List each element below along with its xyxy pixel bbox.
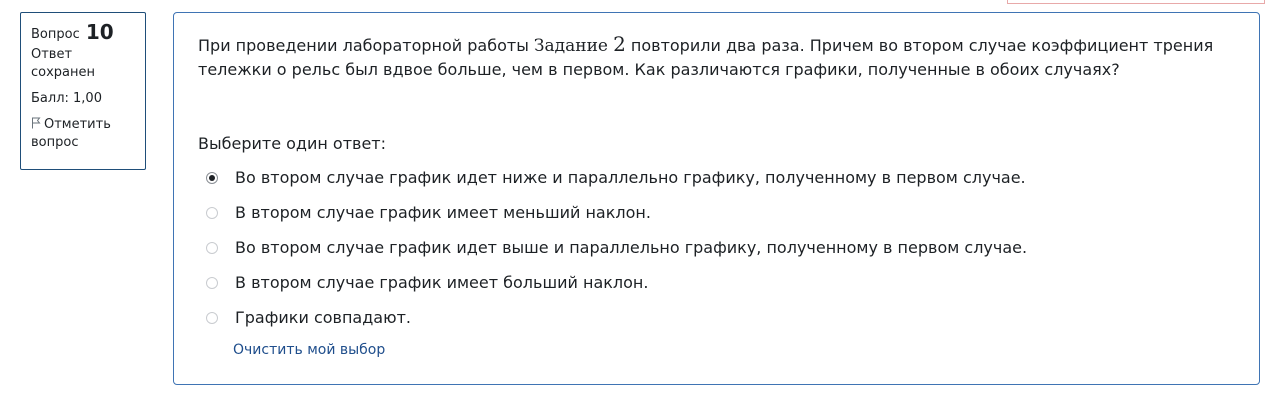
answer-option-1[interactable]: Во втором случае график идет ниже и пара… [206,160,1206,195]
question-info-panel: Вопрос 10 Ответ сохранен Балл: 1,00 Отме… [20,12,146,170]
answer-option-label: Во втором случае график идет выше и пара… [235,238,1028,257]
answer-option-label: Во втором случае график идет ниже и пара… [235,168,1026,187]
answer-prompt: Выберите один ответ: [198,134,387,153]
radio-button[interactable] [206,206,218,219]
top-panel-edge [1007,0,1265,4]
radio-button[interactable] [206,276,218,289]
answer-options: Во втором случае график идет ниже и пара… [206,160,1206,335]
flag-question-label: Отметить вопрос [31,117,111,150]
answer-option-2[interactable]: В втором случае график имеет меньший нак… [206,195,1206,230]
question-grade: Балл: 1,00 [31,91,102,106]
answer-option-label: Графики совпадают. [235,308,411,327]
flag-question-link[interactable]: Отметить вопрос [31,116,135,152]
radio-button[interactable] [206,311,218,324]
answer-option-3[interactable]: Во втором случае график идет выше и пара… [206,230,1206,265]
answer-option-label: В втором случае график имеет меньший нак… [235,203,651,222]
question-state: Ответ сохранен [31,47,96,80]
question-number: 10 [85,20,114,44]
clear-choice-link[interactable]: Очистить мой выбор [233,342,385,358]
answer-option-5[interactable]: Графики совпадают. [206,300,1206,335]
question-number-heading: Вопрос 10 [31,20,135,44]
question-word: Вопрос [31,27,80,42]
answer-option-label: В втором случае график имеет больший нак… [235,273,649,292]
question-inline-number: 2 [613,32,626,56]
question-text-before: При проведении лабораторной работы [198,36,534,55]
flag-icon [31,117,41,129]
radio-button[interactable] [206,241,218,254]
radio-button-selected[interactable] [206,171,218,184]
question-text: При проведении лабораторной работы Задан… [198,33,1228,81]
question-content-panel: При проведении лабораторной работы Задан… [173,12,1260,385]
answer-option-4[interactable]: В втором случае график имеет больший нак… [206,265,1206,300]
question-inline-word: Задание [533,36,608,56]
quiz-page: Вопрос 10 Ответ сохранен Балл: 1,00 Отме… [0,0,1280,400]
